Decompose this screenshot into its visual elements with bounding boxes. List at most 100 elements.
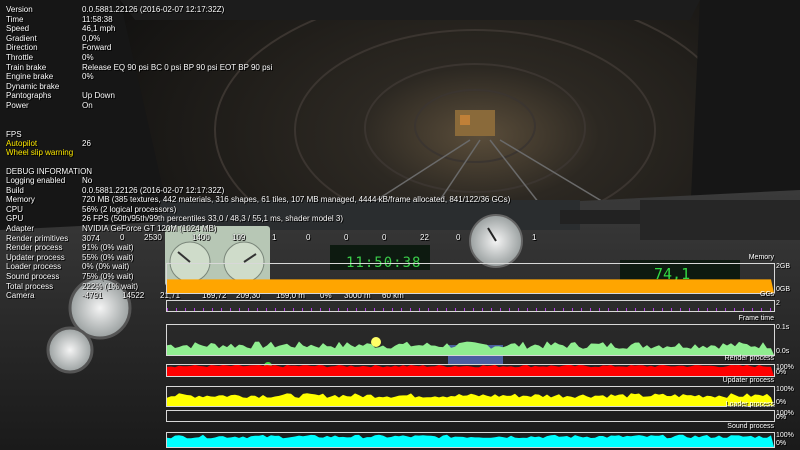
debug-label: Logging enabled — [6, 176, 66, 185]
graph-sample — [176, 308, 177, 311]
graph-series — [167, 341, 774, 355]
graph-scale-top: 100% — [776, 432, 794, 439]
graph-sample — [500, 308, 501, 311]
hud-status-label: Speed — [6, 24, 30, 34]
graph-plot — [167, 279, 774, 293]
debug-label: Render process — [6, 243, 63, 253]
graph-sample — [770, 308, 771, 311]
graph-sample — [707, 308, 708, 311]
debug-label: Adapter — [6, 224, 35, 233]
hud-fps-row: FPS 26 — [0, 120, 91, 149]
graph-sample — [257, 308, 258, 311]
debug-label: Render primitives — [6, 233, 69, 243]
graph-sample — [230, 308, 231, 311]
hud-status-value: Release EQ 90 psi BC 0 psi BP 90 psi EOT… — [82, 62, 273, 72]
debug-label: Build — [6, 185, 24, 195]
debug-value: No — [82, 176, 93, 185]
graph-sample — [671, 308, 672, 311]
game-viewport[interactable]: 11:50:38 74,1 Version 0.0.5881.22126 (201… — [0, 0, 800, 450]
graph-label: Memory — [748, 254, 774, 261]
debug-label: Sound process — [6, 272, 60, 281]
graph-sample — [392, 308, 393, 311]
graph-plot — [167, 308, 771, 311]
hud-warning-wheel-slip: Wheel slip warning — [6, 148, 74, 157]
graph-sample — [635, 308, 636, 311]
hud-status-label: Dynamic brake — [6, 81, 60, 91]
hud-status-label: Direction — [6, 43, 38, 53]
graph-sample — [194, 308, 195, 311]
graph-sample — [302, 308, 303, 311]
graph-sample — [509, 308, 510, 311]
hud-status-label: Gradient — [6, 33, 37, 43]
debug-value: 91% (0% wait) — [82, 243, 134, 253]
debug-value: 75% (0% wait) — [82, 272, 134, 281]
render-primitive-count: 0 — [306, 233, 311, 242]
graph-frame — [166, 364, 775, 377]
graph-sample — [473, 308, 474, 311]
graph-sample — [725, 308, 726, 311]
graph-sample — [572, 308, 573, 311]
debug-label: Camera — [6, 291, 35, 301]
graph-sample — [653, 308, 654, 311]
hud-status-label: Train brake — [6, 62, 47, 72]
hud-status-value: Up Down — [82, 91, 115, 101]
debug-value: 0% (0% wait) — [82, 262, 130, 272]
graph-sample — [518, 308, 519, 311]
graph-plot — [167, 365, 774, 376]
graph-sample — [167, 308, 168, 311]
graph-label: Updater process — [722, 377, 774, 384]
graph-plot — [167, 434, 774, 447]
graph-sample — [743, 308, 744, 311]
graph-sample — [248, 308, 249, 311]
graph-sample — [761, 308, 762, 311]
hud-status-value: 0% — [82, 53, 94, 62]
graph-scale-bottom: 0.0s — [776, 348, 790, 355]
hud-status-value: 0.0.5881.22126 (2016-02-07 12:17:32Z) — [82, 5, 225, 14]
graph-plot — [167, 341, 774, 355]
graph-scale-top: 2 — [776, 300, 780, 307]
graph-sample — [644, 308, 645, 311]
graph-series — [167, 393, 774, 406]
graph-sample — [185, 308, 186, 311]
debug-label: Memory — [6, 195, 35, 205]
hud-status-value: On — [82, 101, 93, 110]
graph-frame — [166, 386, 775, 407]
debug-value: 55% (0% wait) — [82, 252, 134, 262]
graph-sample — [374, 308, 375, 311]
hud-status-value: 11:58:38 — [82, 14, 113, 24]
graph-sample — [356, 308, 357, 311]
graph-scale-bottom: 0% — [776, 399, 787, 406]
render-primitive-count: 0 — [456, 233, 461, 242]
graph-sample — [563, 308, 564, 311]
graph-sample — [734, 308, 735, 311]
graph-label: Render process — [724, 355, 774, 362]
graph-sample — [266, 308, 267, 311]
debug-value: -4791 — [82, 291, 103, 301]
debug-value: 56% (2 logical processors) — [82, 204, 177, 214]
graph-sample — [212, 308, 213, 311]
graph-plot — [167, 393, 774, 406]
hud-status-value: 0% — [82, 72, 94, 82]
debug-value: 26 FPS (50th/95th/99th percentiles 33,0 … — [82, 214, 344, 224]
graph-sample — [284, 308, 285, 311]
graph-plot — [167, 411, 774, 421]
debug-value: 720 MB (385 textures, 442 materials, 316… — [82, 195, 511, 205]
graph-sample — [752, 308, 753, 311]
graph-scale-bottom: 0% — [776, 440, 787, 447]
render-primitive-count: 1 — [532, 233, 537, 242]
graph-scale-top: 2GB — [776, 263, 791, 270]
debug-label: Total process — [6, 281, 54, 291]
graph-label: Frame time — [738, 315, 774, 322]
hud-status-value: Forward — [82, 43, 112, 53]
graph-sample — [365, 308, 366, 311]
graph-sample — [617, 308, 618, 311]
graph-sample — [626, 308, 627, 311]
graph-frame — [166, 432, 775, 448]
graph-series — [167, 279, 774, 293]
debug-value: 0.0.5881.22126 (2016-02-07 12:17:32Z) — [82, 185, 225, 195]
hud-status-label: Version — [6, 5, 33, 14]
render-primitive-count: 0 — [382, 233, 387, 242]
graph-sample — [221, 308, 222, 311]
graph-frame — [166, 324, 775, 356]
graph-sample — [239, 308, 240, 311]
